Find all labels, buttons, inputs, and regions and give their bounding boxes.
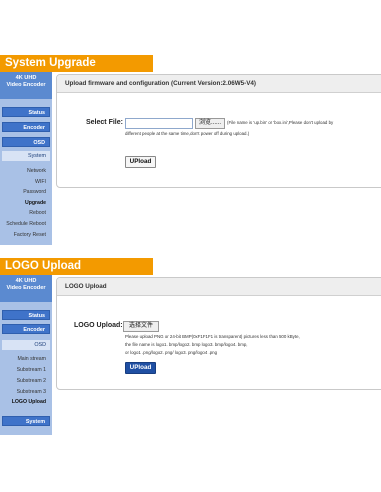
nav-encoder[interactable]: Encoder [2, 324, 50, 334]
upgrade-brand: 4K UHD Video Encoder [0, 72, 52, 99]
nav-osd[interactable]: OSD [2, 340, 50, 350]
brand-line-1: 4K UHD [15, 278, 37, 284]
sidebar-item-password[interactable]: Password [2, 188, 46, 196]
upgrade-panel: Upload firmware and configuration (Curre… [56, 74, 381, 188]
browse-button[interactable]: 浏览...... [195, 118, 225, 129]
sidebar-item-substream-1[interactable]: Substream 1 [2, 366, 46, 374]
file-path-input[interactable] [125, 118, 193, 129]
upgrade-note-line-2: different people at the same time,don't … [125, 131, 250, 136]
select-file-label: Select File: [86, 119, 123, 126]
sidebar-item-main-stream[interactable]: Main stream [2, 355, 46, 363]
logo-panel: LOGO Upload LOGO Upload: 选择文件 Please upl… [56, 277, 381, 390]
sidebar-item-logo-upload[interactable]: LOGO Upload [2, 398, 46, 406]
nav-system[interactable]: System [2, 151, 50, 161]
sidebar-item-substream-3[interactable]: Substream 3 [2, 388, 46, 396]
system-upgrade-banner: System Upgrade [0, 55, 153, 72]
upgrade-note-line-1: (File name is 'up.bin' or 'box.ini',Plea… [227, 120, 334, 125]
nav-status[interactable]: Status [2, 107, 50, 117]
brand-line-2: Video Encoder [6, 285, 46, 291]
nav-osd[interactable]: OSD [2, 137, 50, 147]
upgrade-upload-button[interactable]: UPload [125, 156, 156, 168]
logo-upload-button[interactable]: UPload [125, 362, 156, 374]
nav-system[interactable]: System [2, 416, 50, 426]
nav-status[interactable]: Status [2, 310, 50, 320]
nav-encoder[interactable]: Encoder [2, 122, 50, 132]
sidebar-item-upgrade[interactable]: Upgrade [2, 199, 46, 207]
sidebar-item-substream-2[interactable]: Substream 2 [2, 377, 46, 385]
upgrade-panel-title: Upload firmware and configuration (Curre… [57, 75, 381, 93]
sidebar-item-wifi[interactable]: WIFI [2, 178, 46, 186]
logo-upload-banner: LOGO Upload [0, 258, 153, 275]
logo-upload-label: LOGO Upload: [74, 322, 123, 329]
logo-brand: 4K UHD Video Encoder [0, 275, 52, 302]
brand-line-1: 4K UHD [15, 75, 37, 81]
sidebar-item-reboot[interactable]: Reboot [2, 209, 46, 217]
logo-note-line-3: or logo1 .png/logo2. png/ logo3. png/log… [125, 350, 218, 355]
brand-line-2: Video Encoder [6, 82, 46, 88]
logo-panel-title: LOGO Upload [57, 278, 381, 296]
sidebar-item-factory-reset[interactable]: Factory Reset [2, 231, 46, 239]
sidebar-item-network[interactable]: Network [2, 167, 46, 175]
sidebar-item-schedule-reboot[interactable]: Schedule Reboot [2, 220, 46, 228]
choose-file-button[interactable]: 选择文件 [123, 321, 159, 332]
